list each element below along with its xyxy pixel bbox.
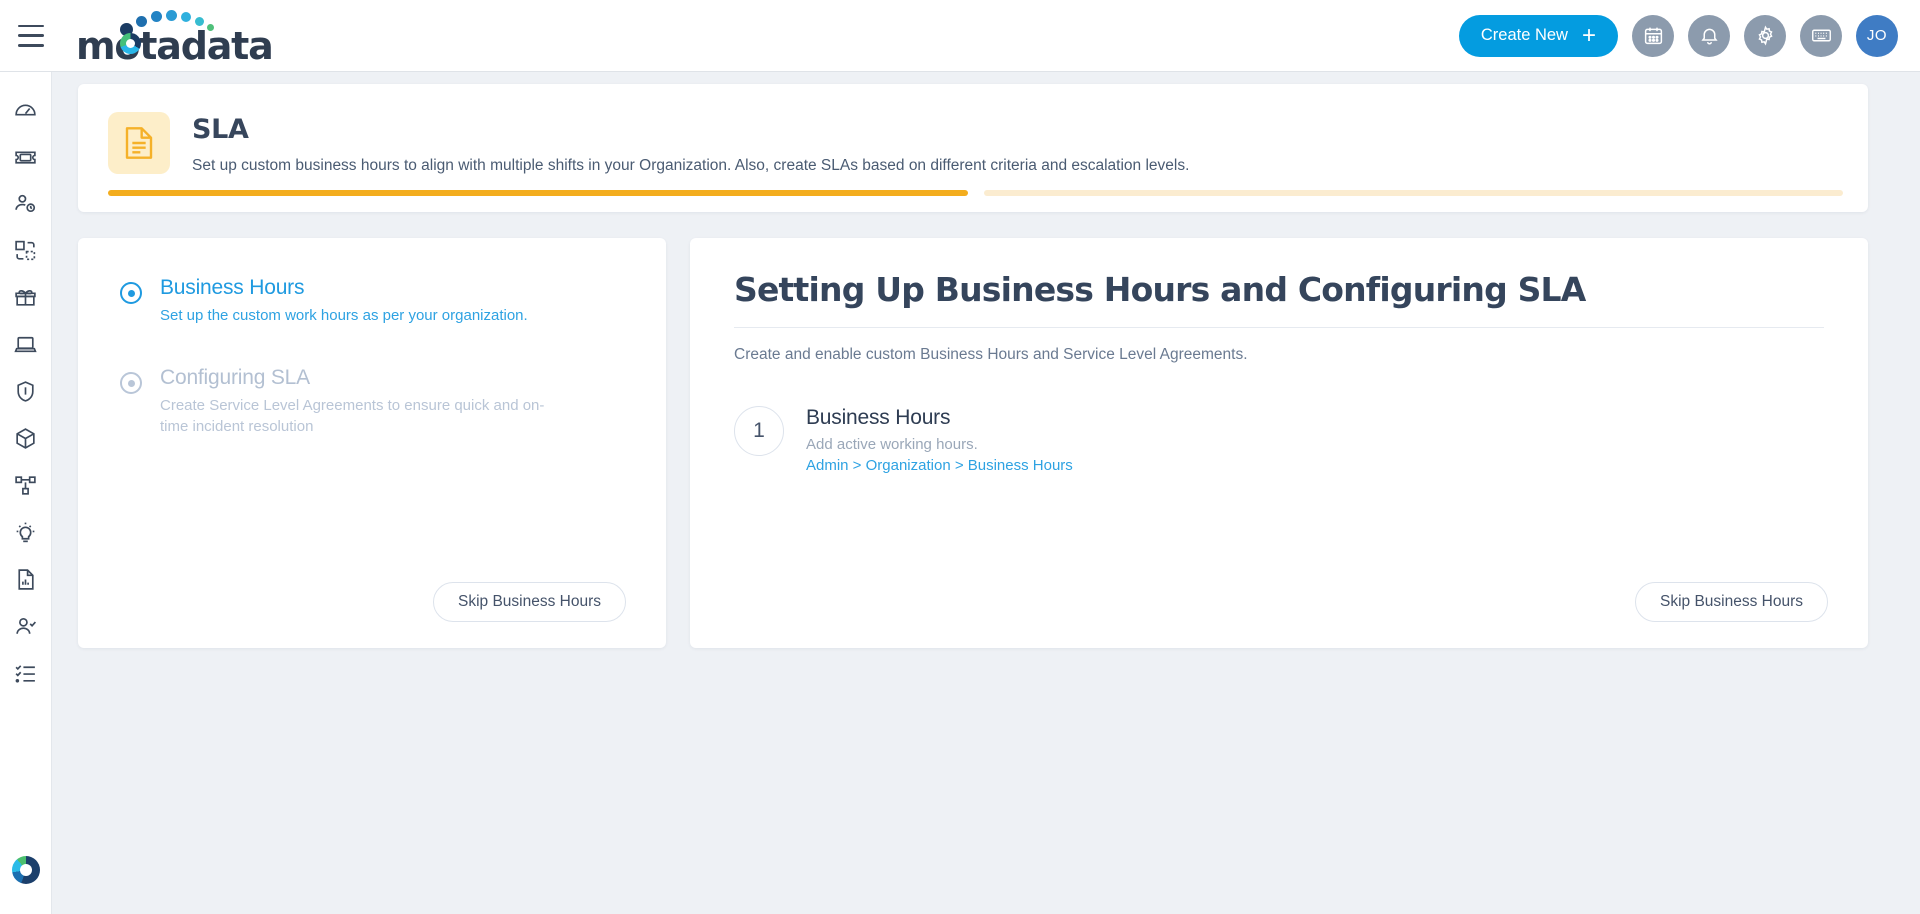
radio-selected-icon	[120, 282, 142, 304]
keyboard-shortcuts-button[interactable]	[1800, 14, 1842, 57]
release-box-icon	[15, 290, 36, 306]
progress-segment-business-hours	[108, 190, 968, 196]
sidebar-item-problems[interactable]	[0, 180, 52, 227]
step-description: Set up the custom work hours as per your…	[160, 307, 528, 324]
radio-unselected-icon	[120, 372, 142, 395]
checklist-icon	[15, 665, 35, 683]
sidebar-item-approvals[interactable]	[0, 603, 52, 650]
banner-description: Set up custom business hours to align wi…	[192, 157, 1190, 174]
plus-icon: +	[1581, 21, 1596, 49]
brand-name: motadata	[76, 23, 274, 68]
keyboard-icon	[1811, 29, 1831, 42]
skip-business-hours-button-left[interactable]: Skip Business Hours	[432, 582, 626, 622]
banner-title: SLA	[192, 114, 249, 145]
avatar[interactable]: JO	[1856, 14, 1898, 57]
top-bar-actions: Create New + JO	[1458, 14, 1898, 57]
brand-o-donut-icon	[120, 32, 141, 54]
task-description: Add active working hours.	[806, 436, 978, 453]
brand-logo[interactable]: motadata	[76, 8, 274, 68]
create-new-button[interactable]: Create New +	[1458, 14, 1618, 57]
progress-segment-configuring-sla	[983, 190, 1843, 196]
sidebar-item-topology[interactable]	[0, 462, 52, 509]
step-title: Configuring SLA	[160, 366, 310, 390]
sidebar-item-tasks[interactable]	[0, 650, 52, 697]
onboarding-progress-bar	[108, 190, 1843, 196]
skip-business-hours-button-right[interactable]: Skip Business Hours	[1634, 582, 1828, 622]
sidebar-item-tickets[interactable]	[0, 133, 52, 180]
cube-icon	[16, 428, 35, 449]
sidebar-item-security[interactable]	[0, 368, 52, 415]
details-panel-inner: Setting Up Business Hours and Configurin…	[690, 238, 1868, 474]
task-number: 1	[734, 406, 784, 456]
details-panel: Setting Up Business Hours and Configurin…	[690, 238, 1868, 648]
sla-banner: SLA Set up custom business hours to alig…	[78, 84, 1868, 212]
laptop-icon	[14, 336, 37, 353]
step-title: Business Hours	[160, 276, 305, 299]
gear-icon	[1757, 25, 1773, 46]
sidebar-item-dashboard[interactable]	[0, 86, 52, 133]
ticket-icon	[15, 151, 36, 164]
motadata-donut-logo[interactable]	[12, 856, 40, 884]
lightbulb-icon	[16, 522, 35, 543]
hamburger-icon[interactable]	[18, 24, 48, 47]
step-description: Create Service Level Agreements to ensur…	[160, 397, 545, 435]
calendar-icon	[1644, 27, 1662, 45]
shield-icon	[17, 381, 34, 402]
main-content: SLA Set up custom business hours to alig…	[52, 72, 1920, 914]
avatar-initials: JO	[1866, 27, 1888, 44]
task-business-hours[interactable]: 1 Business Hours Add active working hour…	[734, 406, 1824, 474]
sidebar-rail	[0, 72, 52, 914]
top-bar: motadata Create New + JO	[0, 0, 1920, 72]
sidebar-item-assets[interactable]	[0, 321, 52, 368]
sidebar-item-releases[interactable]	[0, 274, 52, 321]
panes-wrapper: Business Hours Set up the custom work ho…	[78, 238, 1868, 648]
page-title: Setting Up Business Hours and Configurin…	[734, 270, 1586, 309]
report-icon	[18, 569, 34, 590]
bell-icon	[1700, 28, 1718, 45]
notifications-button[interactable]	[1688, 14, 1730, 57]
divider	[734, 327, 1824, 328]
steps-list: Business Hours Set up the custom work ho…	[78, 238, 666, 437]
sidebar-item-cmdb[interactable]	[0, 415, 52, 462]
settings-button[interactable]	[1744, 14, 1786, 57]
step-configuring-sla[interactable]: Configuring SLA Create Service Level Agr…	[120, 366, 626, 437]
sla-document-icon-wrap	[108, 112, 170, 174]
sidebar-item-reports[interactable]	[0, 556, 52, 603]
network-nodes-icon	[15, 476, 36, 495]
create-new-label: Create New	[1480, 26, 1568, 44]
step-business-hours[interactable]: Business Hours Set up the custom work ho…	[120, 276, 626, 326]
user-clock-icon	[15, 194, 36, 213]
dashboard-icon	[15, 104, 36, 116]
steps-panel: Business Hours Set up the custom work ho…	[78, 238, 666, 648]
user-check-icon	[16, 617, 37, 634]
sidebar-item-knowledge[interactable]	[0, 509, 52, 556]
task-breadcrumb-link[interactable]: Admin > Organization > Business Hours	[806, 457, 1073, 474]
sidebar-item-changes[interactable]	[0, 227, 52, 274]
change-icon	[15, 240, 36, 261]
sla-document-icon	[125, 127, 153, 159]
page-subtitle: Create and enable custom Business Hours …	[734, 346, 1248, 363]
calendar-icon-button[interactable]	[1632, 14, 1674, 57]
task-title: Business Hours	[806, 406, 951, 429]
